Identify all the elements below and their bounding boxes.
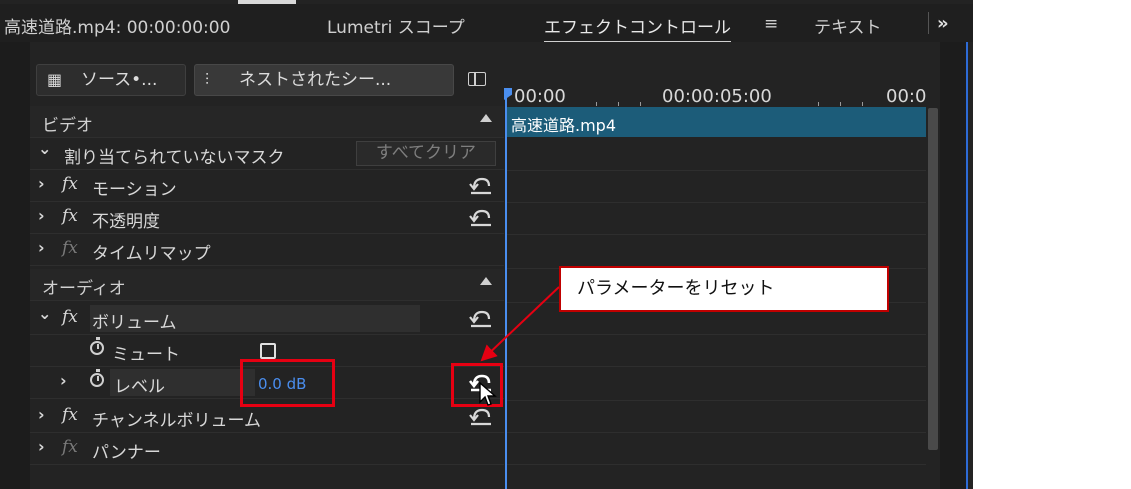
source-clip-button[interactable]: ▦ ソース•... xyxy=(36,64,186,96)
level-name-field: レベル xyxy=(110,369,255,397)
opacity-label: 不透明度 xyxy=(92,212,160,232)
ruler-tick xyxy=(618,102,619,106)
reset-icon[interactable] xyxy=(468,174,494,196)
section-audio[interactable]: オーディオ xyxy=(30,269,504,301)
clip-name: 高速道路.mp4 xyxy=(511,116,617,135)
stopwatch-icon[interactable] xyxy=(90,337,104,355)
panner-label: パンナー xyxy=(92,443,161,463)
ruler-tick xyxy=(640,102,641,106)
chevron-right-icon[interactable]: › xyxy=(60,371,67,390)
chevron-right-icon[interactable]: › xyxy=(38,405,45,424)
timeline-row-line xyxy=(506,170,926,171)
timeline-row-line xyxy=(506,366,926,367)
section-video[interactable]: ビデオ xyxy=(30,106,504,138)
chevron-right-icon[interactable]: › xyxy=(38,174,45,193)
collapse-up-icon[interactable] xyxy=(480,277,492,285)
motion-label: モーション xyxy=(92,180,177,200)
reset-icon[interactable] xyxy=(468,307,494,329)
tab-overflow-icon[interactable]: » xyxy=(937,13,949,34)
section-video-label: ビデオ xyxy=(42,116,93,136)
tab-source-monitor[interactable]: 高速道路.mp4: 00:00:00:00 xyxy=(4,13,230,38)
panel-focus-edge xyxy=(966,42,968,489)
panel-tab-bar: 高速道路.mp4: 00:00:00:00 Lumetri スコープ エフェクト… xyxy=(0,4,973,43)
ruler-tick xyxy=(596,102,597,106)
source-clip-label: ソース•... xyxy=(81,70,158,90)
tab-text[interactable]: テキスト xyxy=(814,13,882,38)
chevron-right-icon[interactable]: › xyxy=(38,206,45,225)
fx-icon: fx xyxy=(62,437,78,457)
nested-sequence-button[interactable]: ⫶ ネストされたシー... xyxy=(194,64,454,96)
tab-lumetri-scopes[interactable]: Lumetri スコープ xyxy=(327,13,465,38)
vertical-scrollbar[interactable] xyxy=(928,108,938,450)
nested-sequence-label: ネストされたシー... xyxy=(239,70,392,90)
row-unassigned-mask[interactable]: ⌄ 割り当てられていないマスク すべてクリア xyxy=(30,138,504,170)
right-gutter xyxy=(940,42,966,489)
timeline-clip[interactable]: 高速道路.mp4 xyxy=(506,107,926,137)
chevron-right-icon[interactable]: › xyxy=(38,238,45,257)
channel-volume-label: チャンネルボリューム xyxy=(92,411,261,431)
row-panner[interactable]: › fx パンナー xyxy=(30,433,504,465)
fx-icon[interactable]: fx xyxy=(62,206,78,226)
ruler-time-2: 00:0 xyxy=(886,86,927,107)
timeline-row-line xyxy=(506,400,926,401)
mouse-cursor-icon xyxy=(479,382,497,406)
mute-checkbox[interactable] xyxy=(260,343,276,359)
timeline-row-line xyxy=(506,464,926,465)
fx-icon[interactable]: fx xyxy=(62,405,78,425)
ruler-time-0: 00:00 xyxy=(514,86,566,107)
row-motion[interactable]: › fx モーション xyxy=(30,170,504,202)
left-gutter xyxy=(0,42,30,489)
fx-icon[interactable]: fx xyxy=(62,174,78,194)
fx-icon: fx xyxy=(62,238,78,258)
ruler-tick xyxy=(840,102,841,106)
chevron-right-icon[interactable]: › xyxy=(38,437,45,456)
source-monitor-icon: ▦ xyxy=(47,70,63,89)
clear-all-button[interactable]: すべてクリア xyxy=(356,141,496,166)
ruler-time-1: 00:00:05:00 xyxy=(662,86,772,107)
tab-effect-controls[interactable]: エフェクトコントロール xyxy=(544,13,731,43)
timeline-row-line xyxy=(506,202,926,203)
reset-icon[interactable] xyxy=(468,206,494,228)
timeline-row-line xyxy=(506,234,926,235)
level-label: レベル xyxy=(114,377,165,397)
time-remap-label: タイムリマップ xyxy=(92,244,211,264)
callout-reset-parameter: パラメーターをリセット xyxy=(559,266,889,312)
row-volume[interactable]: ⌄ fx ボリューム xyxy=(30,303,504,335)
effect-controls-window: 高速道路.mp4: 00:00:00:00 Lumetri スコープ エフェクト… xyxy=(0,0,973,489)
row-time-remap[interactable]: › fx タイムリマップ xyxy=(30,234,504,266)
volume-label: ボリューム xyxy=(92,313,177,333)
tab-separator xyxy=(928,12,929,34)
volume-name-field: ボリューム xyxy=(90,305,420,333)
chevron-down-icon[interactable]: ⌄ xyxy=(38,139,51,158)
ruler-tick xyxy=(862,102,863,106)
level-value-highlight xyxy=(240,359,335,407)
panel-menu-icon[interactable]: ≡ xyxy=(764,14,778,34)
chevron-down-icon[interactable]: ⌄ xyxy=(38,304,51,323)
mute-label: ミュート xyxy=(112,345,180,365)
timeline-row-line xyxy=(506,432,926,433)
collapse-up-icon[interactable] xyxy=(480,114,492,122)
unassigned-mask-label: 割り当てられていないマスク xyxy=(64,148,285,168)
fx-icon[interactable]: fx xyxy=(62,307,78,327)
panel-toggle-icon[interactable] xyxy=(468,72,486,86)
playhead-line[interactable] xyxy=(505,98,507,489)
row-opacity[interactable]: › fx 不透明度 xyxy=(30,202,504,234)
timeline-row-line xyxy=(506,334,926,335)
section-audio-label: オーディオ xyxy=(42,279,126,299)
effect-controls-panel: ▦ ソース•... ⫶ ネストされたシー... ビデオ ⌄ 割り当てられていない… xyxy=(30,42,504,489)
reset-icon[interactable] xyxy=(468,405,494,427)
ruler-tick xyxy=(818,102,819,106)
stopwatch-icon[interactable] xyxy=(90,369,104,387)
nest-icon: ⫶ xyxy=(205,70,210,89)
